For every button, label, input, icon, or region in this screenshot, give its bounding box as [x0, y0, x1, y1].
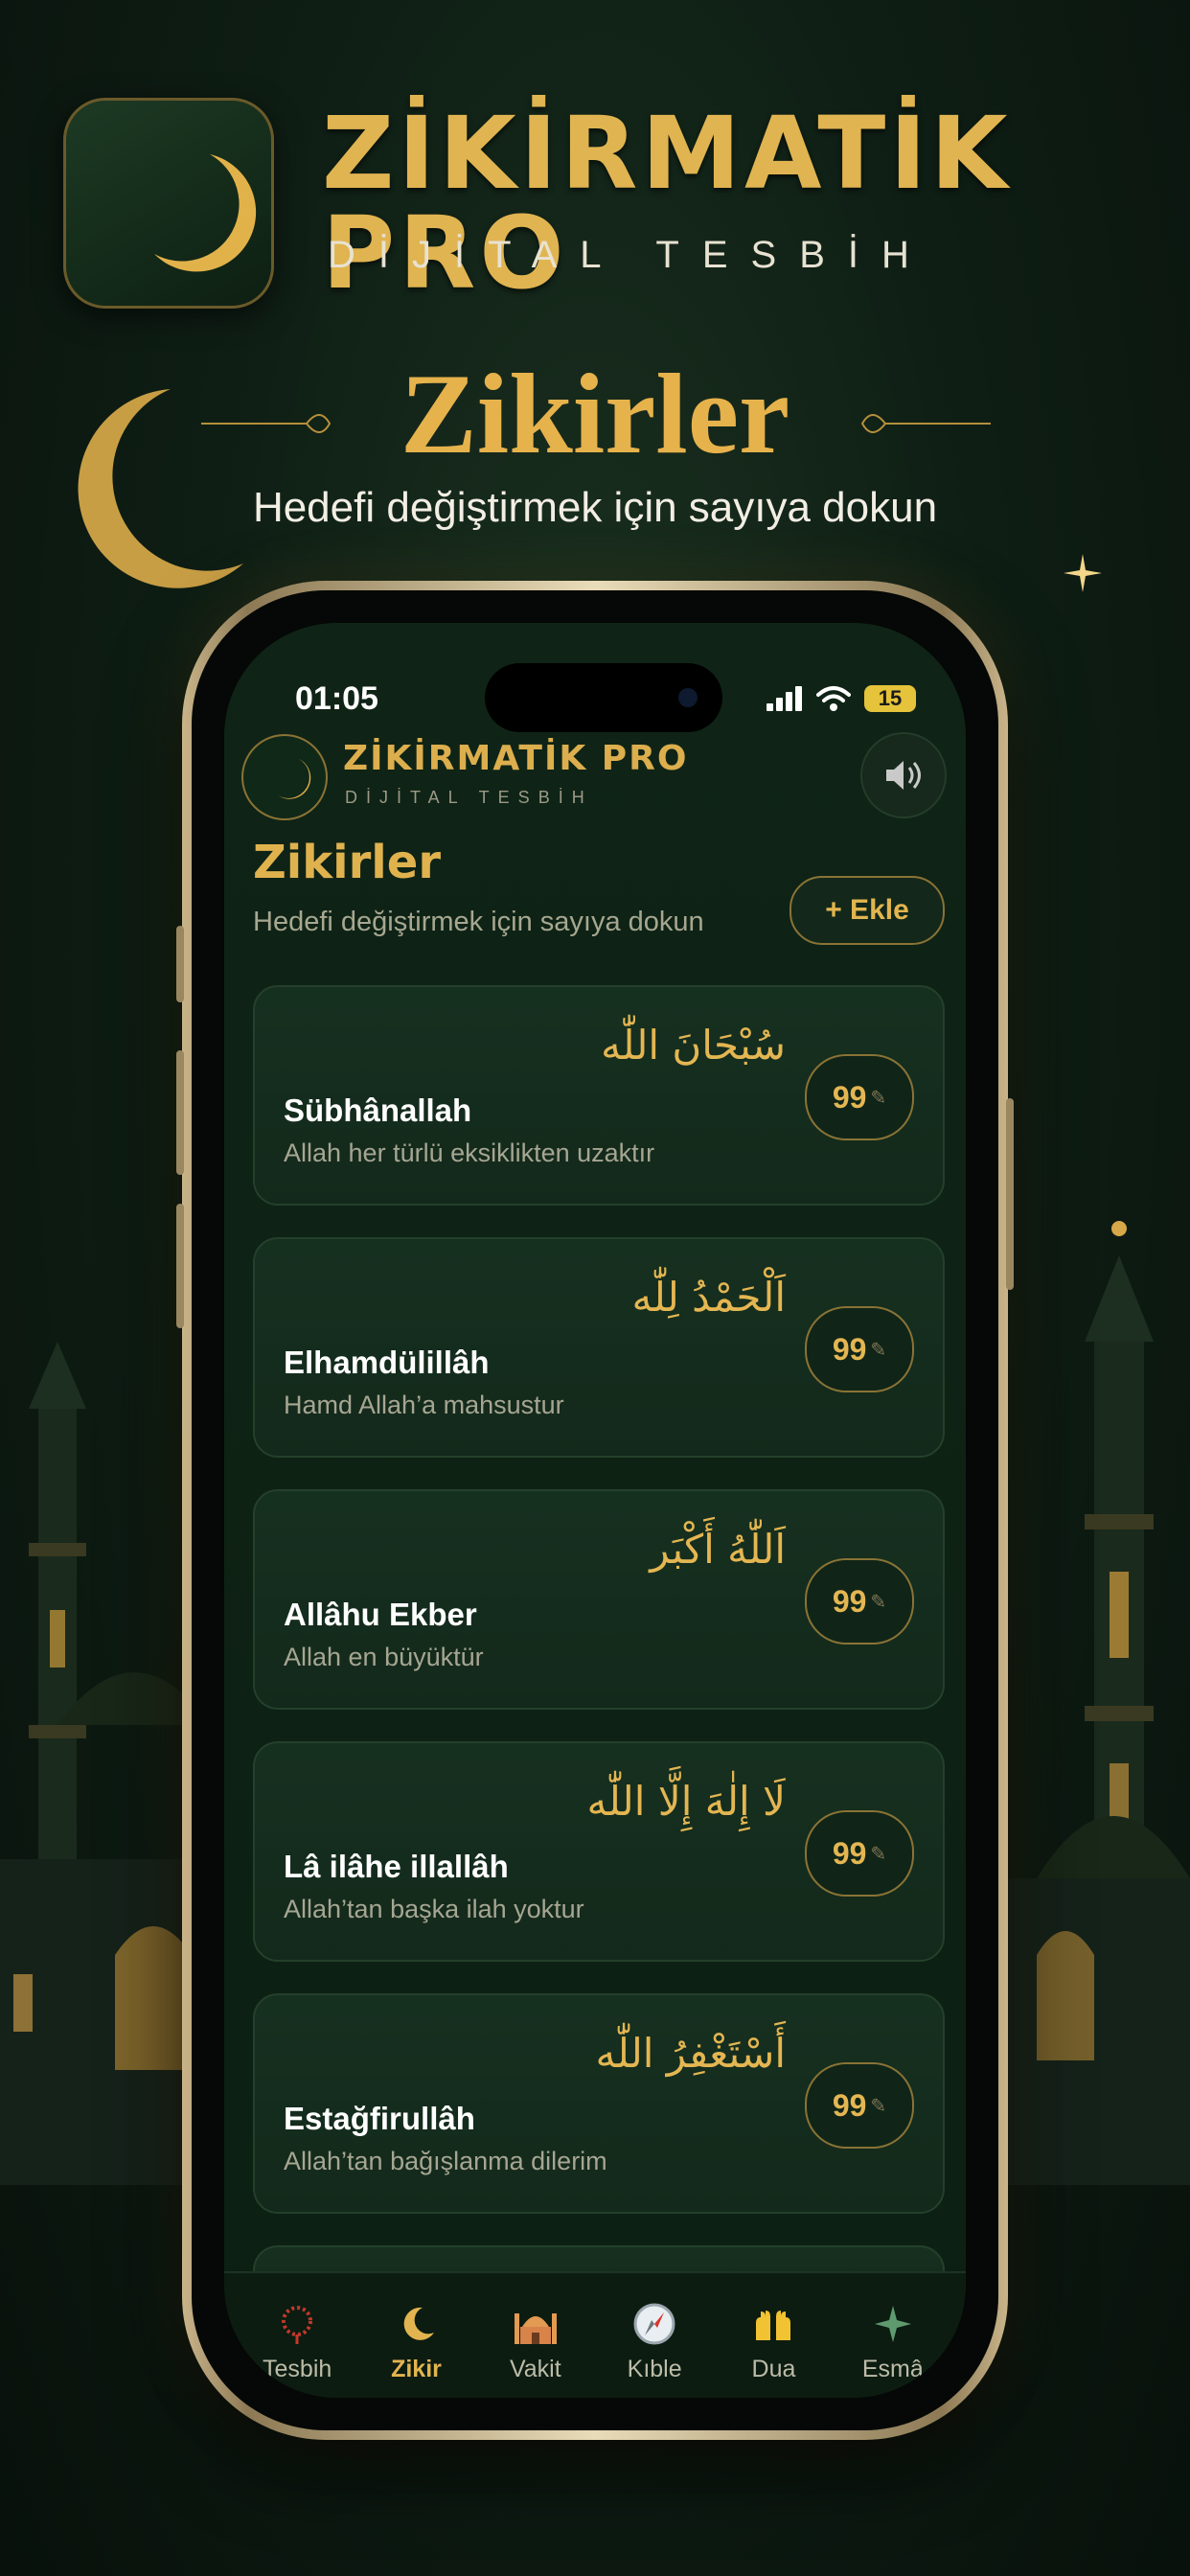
tab-zikir[interactable]: Zikir: [358, 2273, 473, 2383]
phone-power-button: [1006, 1098, 1014, 1290]
hero-subtitle: Hedefi değiştirmek için sayıya dokun: [252, 484, 938, 531]
tab-vakit[interactable]: Vakit: [478, 2273, 593, 2383]
phone-side-button: [176, 926, 184, 1002]
app-title: ZİKİRMATİK PRO: [343, 739, 689, 778]
phone-volume-down: [176, 1204, 184, 1328]
zikir-arabic: لَا إِلٰهَ إِلَّا اللّٰه: [586, 1778, 787, 1825]
zikir-name: Estağfirullâh: [284, 2101, 475, 2136]
zikir-meaning: Allah’tan bağışlanma dilerim: [284, 2147, 607, 2175]
zikir-name: Elhamdülillâh: [284, 1345, 490, 1380]
zikir-meaning: Allah her türlü eksiklikten uzaktır: [284, 1138, 655, 1167]
speaker-icon: [886, 761, 921, 790]
battery-icon: 15: [864, 685, 916, 712]
dynamic-island: [485, 663, 722, 732]
mosque-right-decoration: [998, 1221, 1190, 2185]
target-count-button[interactable]: 99 ✎: [805, 1054, 914, 1140]
app-screen: 01:05 15 ZİKİRMATİK PRO DİJİTAL TESBİH Z…: [224, 623, 966, 2398]
tab-label: Dua: [751, 2356, 796, 2382]
pencil-icon: ✎: [870, 2095, 887, 2117]
compass-icon: [597, 2302, 712, 2348]
target-count-button[interactable]: 99 ✎: [805, 1558, 914, 1644]
tab-tesbih[interactable]: Tesbih: [240, 2273, 355, 2383]
crescent-icon: [278, 759, 311, 799]
phone-frame: 01:05 15 ZİKİRMATİK PRO DİJİTAL TESBİH Z…: [176, 581, 1014, 2440]
tab-label: Kıble: [627, 2356, 682, 2382]
zikir-arabic: أَسْتَغْفِرُ اللّٰه: [595, 2030, 786, 2077]
tab-esma[interactable]: Esmâ: [835, 2273, 950, 2383]
pencil-icon: ✎: [870, 1339, 887, 1361]
zikir-card[interactable]: أَسْتَغْفِرُ اللّٰه Estağfirullâh Allah’…: [253, 1993, 945, 2214]
tab-label: Vakit: [509, 2356, 561, 2382]
pencil-icon: ✎: [870, 1087, 887, 1109]
tab-kible[interactable]: Kıble: [597, 2273, 712, 2383]
zikir-meaning: Allah en büyüktür: [284, 1643, 484, 1671]
sound-toggle-button[interactable]: [860, 732, 947, 818]
tab-label: Esmâ: [861, 2356, 924, 2382]
hero-title: Zikirler: [400, 350, 790, 477]
crescent-icon: [154, 154, 257, 272]
target-count: 99: [832, 1835, 867, 1871]
zikir-card[interactable]: لَا إِلٰهَ إِلَّا اللّٰه Lâ ilâhe illall…: [253, 1741, 945, 1962]
target-count: 99: [832, 1079, 867, 1115]
zikir-card[interactable]: سُبْحَانَ اللّٰه Sübhânallah Allah her t…: [253, 985, 945, 1206]
tesbih-icon: [240, 2302, 355, 2348]
status-icons: 15: [767, 684, 916, 713]
status-time: 01:05: [295, 680, 378, 717]
section-subtitle: Hedefi değiştirmek için sayıya dokun: [253, 907, 704, 937]
signal-icon: [767, 686, 802, 711]
zikir-card[interactable]: اَللّٰهُ أَكْبَر Allâhu Ekber Allah en b…: [253, 1489, 945, 1710]
zikir-name: Sübhânallah: [284, 1092, 472, 1128]
tab-dua[interactable]: Dua: [716, 2273, 831, 2383]
pencil-icon: ✎: [870, 1591, 887, 1613]
zikir-name: Lâ ilâhe illallâh: [284, 1849, 509, 1884]
target-count-button[interactable]: 99 ✎: [805, 1810, 914, 1897]
target-count-button[interactable]: 99 ✎: [805, 1306, 914, 1392]
zikir-name: Allâhu Ekber: [284, 1597, 477, 1632]
zikir-arabic: اَللّٰهُ أَكْبَر: [650, 1526, 786, 1573]
bottom-tab-bar: Tesbih Zikir Vakit Kıble Dua Esmâ: [224, 2271, 966, 2398]
brand-subtitle: DİJİTAL TESBİH: [328, 234, 932, 276]
zikir-meaning: Allah’tan başka ilah yoktur: [284, 1895, 584, 1923]
zikir-meaning: Hamd Allah’a mahsustur: [284, 1391, 564, 1419]
mosque-left-decoration: [0, 1342, 192, 2185]
wifi-icon: [816, 686, 851, 711]
target-count: 99: [832, 2087, 867, 2123]
app-subtitle: DİJİTAL TESBİH: [345, 788, 593, 807]
target-count-button[interactable]: 99 ✎: [805, 2062, 914, 2149]
camera-icon: [678, 688, 698, 707]
star-decoration: [1064, 554, 1102, 592]
praying-hands-icon: [716, 2302, 831, 2348]
app-logo: [241, 734, 328, 820]
app-icon: [63, 98, 274, 309]
crescent-icon: [358, 2302, 473, 2348]
zikir-arabic: اَلْحَمْدُ لِلّٰه: [631, 1274, 786, 1321]
tab-label: Zikir: [391, 2356, 442, 2382]
phone-bezel: 01:05 15 ZİKİRMATİK PRO DİJİTAL TESBİH Z…: [192, 590, 998, 2430]
zikir-card[interactable]: اَلْحَمْدُ لِلّٰه Elhamdülillâh Hamd All…: [253, 1237, 945, 1458]
pencil-icon: ✎: [870, 1843, 887, 1865]
zikir-list: سُبْحَانَ اللّٰه Sübhânallah Allah her t…: [253, 985, 945, 2307]
tab-label: Tesbih: [263, 2356, 332, 2382]
add-zikir-button[interactable]: + Ekle: [790, 876, 945, 945]
zikir-arabic: سُبْحَانَ اللّٰه: [601, 1022, 786, 1069]
section-title: Zikirler: [253, 836, 441, 889]
target-count: 99: [832, 1331, 867, 1367]
mosque-icon: [478, 2302, 593, 2348]
target-count: 99: [832, 1583, 867, 1619]
phone-volume-up: [176, 1050, 184, 1175]
sparkle-icon: [835, 2302, 950, 2348]
